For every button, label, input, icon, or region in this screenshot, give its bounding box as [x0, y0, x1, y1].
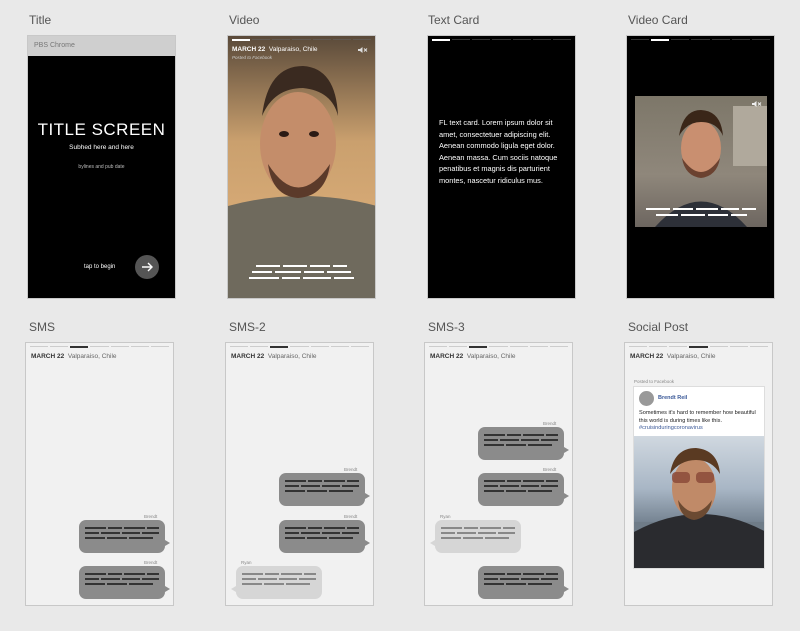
post-text: Sometimes it's hard to remember how beau… — [639, 410, 759, 433]
artboard-label-sms-3[interactable]: SMS-3 — [428, 320, 465, 334]
story-progress — [232, 39, 371, 41]
sender-name: Brendt — [144, 560, 158, 565]
sms-bubble-incoming — [236, 566, 322, 599]
story-progress — [629, 346, 768, 348]
story-progress — [230, 346, 369, 348]
title-heading: TITLE SCREEN — [37, 120, 166, 139]
dateline: MARCH 22 Valparaiso, Chile — [232, 46, 318, 53]
artboard-sms-3[interactable]: MARCH 22 Valparaiso, Chile Brendt Brendt… — [424, 342, 573, 606]
title-byline: bylines and pub date — [78, 164, 125, 170]
text-card-body: FL text card. Lorem ipsum dolor sit amet… — [439, 118, 558, 185]
dateline: MARCH 22 Valparaiso, Chile — [630, 353, 716, 360]
arrow-right-icon — [142, 262, 153, 272]
facebook-post-card[interactable]: Brendt Reil Sometimes it's hard to remem… — [633, 386, 765, 569]
sms-bubble-outgoing — [79, 566, 165, 599]
sender-name: Brendt — [144, 514, 158, 519]
mute-icon[interactable] — [752, 100, 762, 108]
artboard-video[interactable]: MARCH 22 Valparaiso, Chile Posted to Fac… — [227, 35, 376, 299]
sender-name: Brendt — [344, 514, 358, 519]
sms-bubble-outgoing — [478, 473, 564, 506]
pbs-chrome-bar: PBS Chrome — [28, 36, 175, 56]
story-progress — [429, 346, 568, 348]
embedded-video[interactable] — [635, 96, 767, 227]
sender-name: Ryan — [241, 560, 252, 565]
sender-name: Brendt — [543, 467, 557, 472]
next-button[interactable] — [135, 255, 159, 279]
sms-bubble-outgoing — [279, 473, 365, 506]
sms-bubble-outgoing — [279, 520, 365, 553]
sender-name: Brendt — [543, 421, 557, 426]
video-face-image — [228, 36, 375, 298]
sms-bubble-incoming — [435, 520, 521, 553]
video-frame[interactable] — [228, 36, 375, 298]
artboard-label-sms-2[interactable]: SMS-2 — [229, 320, 266, 334]
dateline: MARCH 22 Valparaiso, Chile — [430, 353, 516, 360]
artboard-label-social-post[interactable]: Social Post — [628, 320, 688, 334]
sender-name: Ryan — [440, 514, 451, 519]
posted-to-facebook: Posted to Facebook — [232, 55, 273, 60]
sms-bubble-outgoing — [478, 566, 564, 599]
caption-placeholder — [240, 265, 363, 279]
story-progress — [631, 39, 770, 41]
tap-to-begin-label[interactable]: tap to begin — [84, 264, 115, 270]
dateline: MARCH 22 Valparaiso, Chile — [231, 353, 317, 360]
caption-placeholder — [643, 208, 759, 216]
title-subhed: Subhed here and here — [69, 144, 134, 151]
post-author-name[interactable]: Brendt Reil — [658, 395, 687, 401]
artboard-text-card[interactable]: FL text card. Lorem ipsum dolor sit amet… — [427, 35, 576, 299]
artboard-sms-2[interactable]: MARCH 22 Valparaiso, Chile Brendt Brendt… — [225, 342, 374, 606]
post-hashtag[interactable]: #cruisinduringcoronavirus — [639, 425, 703, 431]
artboard-label-text-card[interactable]: Text Card — [428, 13, 479, 27]
artboard-label-video[interactable]: Video — [229, 13, 259, 27]
post-body: Sometimes it's hard to remember how beau… — [639, 410, 756, 424]
artboard-label-video-card[interactable]: Video Card — [628, 13, 688, 27]
artboard-social-post[interactable]: MARCH 22 Valparaiso, Chile Posted to Fac… — [624, 342, 773, 606]
artboard-video-card[interactable] — [626, 35, 775, 299]
avatar — [639, 391, 654, 406]
artboard-title[interactable]: PBS Chrome TITLE SCREEN Subhed here and … — [27, 35, 176, 299]
dateline: MARCH 22 Valparaiso, Chile — [31, 353, 117, 360]
story-progress — [30, 346, 169, 348]
mute-icon[interactable] — [358, 46, 368, 54]
artboard-label-sms[interactable]: SMS — [29, 320, 55, 334]
sender-name: Brendt — [344, 467, 358, 472]
selfie-image — [634, 448, 764, 568]
story-progress — [432, 39, 571, 41]
artboard-label-title[interactable]: Title — [29, 13, 51, 27]
sms-bubble-outgoing — [478, 427, 564, 460]
artboard-sms[interactable]: MARCH 22 Valparaiso, Chile Brendt Brendt — [25, 342, 174, 606]
sms-bubble-outgoing — [79, 520, 165, 553]
post-photo — [634, 436, 764, 568]
posted-to-facebook: Posted to Facebook — [634, 379, 675, 384]
